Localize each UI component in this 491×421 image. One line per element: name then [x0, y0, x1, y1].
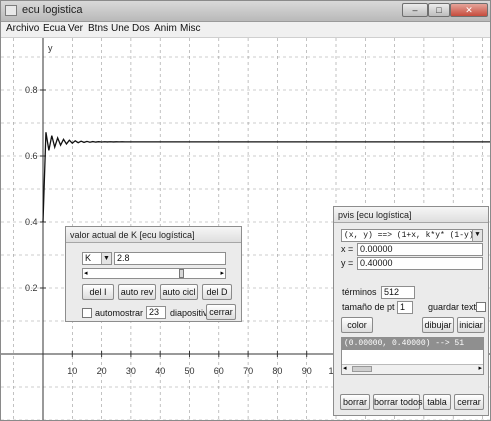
dibujar-button[interactable]: dibujar	[422, 317, 454, 333]
chevron-right-icon[interactable]: ▸	[478, 364, 482, 372]
x-tick-label: 50	[184, 366, 194, 376]
app-icon	[5, 5, 17, 16]
minimize-button[interactable]: –	[402, 3, 428, 17]
output-scrollbar[interactable]: ◂ ▸	[342, 364, 483, 374]
iniciar-button[interactable]: iniciar	[457, 317, 485, 333]
tamano-label: tamaño de pt	[342, 302, 395, 312]
auto-rev-button[interactable]: auto rev	[118, 284, 156, 300]
param-select-value: K	[85, 253, 92, 263]
guardar-label: guardar texto	[428, 302, 482, 312]
menu-dos[interactable]: Dos	[132, 23, 150, 34]
formula-select-value: (x, y) ==> (1+x, k*y* (1-y))	[344, 231, 479, 240]
y-tick-label: 0.6	[25, 151, 38, 161]
x-tick-label: 10	[67, 366, 77, 376]
param-value-input[interactable]: 2.8	[114, 252, 226, 265]
terminos-input[interactable]: 512	[381, 286, 415, 299]
y-label: y =	[341, 258, 354, 268]
del-i-button[interactable]: del I	[82, 284, 114, 300]
y-tick-label: 0.8	[25, 85, 38, 95]
k-dialog-title[interactable]: valor actual de K [ecu logística]	[66, 227, 241, 243]
menu-une[interactable]: Une	[111, 23, 129, 34]
y-tick-label: 0.2	[25, 283, 38, 293]
close-button[interactable]: ✕	[450, 3, 488, 17]
chevron-down-icon: ▼	[101, 253, 111, 264]
chevron-left-icon[interactable]: ◂	[343, 364, 347, 372]
menu-archivo[interactable]: Archivo	[6, 23, 39, 34]
pvis-dialog: pvis [ecu logística] (x, y) ==> (1+x, k*…	[333, 206, 489, 416]
pvis-cerrar-button[interactable]: cerrar	[454, 394, 484, 410]
x-tick-label: 20	[97, 366, 107, 376]
window-title: ecu logistica	[22, 4, 83, 16]
terminos-label: términos	[342, 287, 377, 297]
output-line[interactable]: (0.00000, 0.40000) --> 51	[342, 338, 483, 350]
chevron-down-icon: ▼	[472, 230, 482, 241]
k-value-dialog: valor actual de K [ecu logística] K ▼ 2.…	[65, 226, 242, 322]
x-tick-label: 90	[302, 366, 312, 376]
menu-btns[interactable]: Btns	[88, 23, 108, 34]
borrar-button[interactable]: borrar	[340, 394, 370, 410]
x-tick-label: 60	[214, 366, 224, 376]
k-cerrar-button[interactable]: cerrar	[206, 304, 236, 320]
x-value-input[interactable]: 0.00000	[357, 243, 483, 256]
x-tick-label: 40	[155, 366, 165, 376]
menu-ver[interactable]: Ver	[68, 23, 83, 34]
x-label: x =	[341, 244, 354, 254]
guardar-checkbox[interactable]	[476, 302, 486, 312]
maximize-button[interactable]: □	[428, 3, 450, 17]
menu-anim[interactable]: Anim	[154, 23, 177, 34]
param-slider[interactable]: ◂ ▸	[82, 268, 226, 279]
tabla-button[interactable]: tabla	[423, 394, 451, 410]
chevron-right-icon[interactable]: ▸	[220, 269, 224, 278]
auto-cicl-button[interactable]: auto cicl	[160, 284, 198, 300]
app-window: ecu logistica – □ ✕ Archivo Ecua Ver Btn…	[0, 0, 491, 421]
output-box[interactable]: (0.00000, 0.40000) --> 51 ◂ ▸	[341, 337, 484, 375]
chevron-left-icon[interactable]: ◂	[84, 269, 88, 278]
x-tick-label: 30	[126, 366, 136, 376]
formula-select[interactable]: (x, y) ==> (1+x, k*y* (1-y)) ▼	[341, 229, 483, 242]
menu-ecua[interactable]: Ecua	[43, 23, 66, 34]
y-axis-label: y	[48, 43, 53, 53]
x-tick-label: 70	[243, 366, 253, 376]
y-tick-label: 0.4	[25, 217, 38, 227]
automostrar-label: automostrar	[95, 308, 144, 318]
menu-bar: Archivo Ecua Ver Btns Une Dos Anim Misc	[1, 22, 490, 38]
menu-misc[interactable]: Misc	[180, 23, 201, 34]
dispositivos-input[interactable]: 23	[146, 306, 166, 319]
tamano-input[interactable]: 1	[397, 301, 413, 314]
x-tick-label: 80	[272, 366, 282, 376]
del-d-button[interactable]: del D	[202, 284, 232, 300]
title-bar[interactable]: ecu logistica – □ ✕	[1, 1, 490, 22]
scrollbar-thumb[interactable]	[352, 366, 372, 372]
pvis-dialog-title[interactable]: pvis [ecu logística]	[334, 207, 488, 223]
automostrar-checkbox[interactable]	[82, 308, 92, 318]
color-button[interactable]: color	[341, 317, 373, 333]
slider-thumb[interactable]	[179, 269, 185, 278]
borrar-todos-button[interactable]: borrar todos	[373, 394, 423, 410]
y-value-input[interactable]: 0.40000	[357, 257, 483, 270]
param-select[interactable]: K ▼	[82, 252, 112, 265]
